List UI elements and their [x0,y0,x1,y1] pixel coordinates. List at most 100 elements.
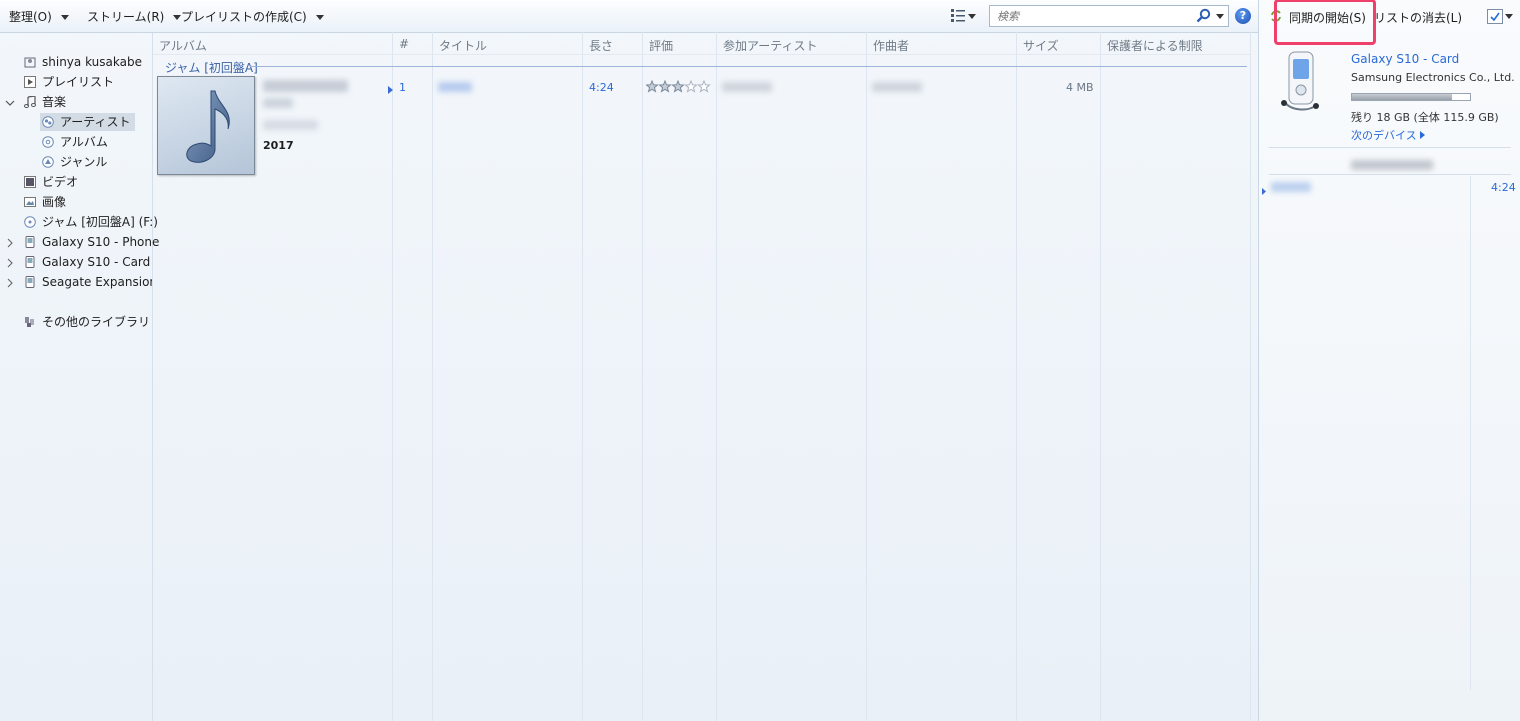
playing-arrow-icon [1262,184,1267,198]
nav-pictures-label: 画像 [42,195,67,209]
star-icon [697,79,711,93]
disc-icon [24,215,36,228]
track-number[interactable]: 1 [399,81,406,94]
nav-other-libraries-label: その他のライブラリ [42,315,151,329]
column-header-number[interactable]: # [399,37,409,51]
composer-redacted [872,82,922,92]
album-icon [42,135,54,148]
chevron-right-icon [1420,131,1426,139]
nav-phone[interactable]: Galaxy S10 - Phone [24,233,159,251]
nav-other-libraries[interactable]: その他のライブラリ [24,313,150,331]
genre-icon [42,155,54,168]
create-playlist-label: プレイリストの作成(C) [181,10,307,24]
nav-music-label: 音楽 [42,95,67,109]
device-icon [24,275,36,288]
user-library-icon [24,55,36,68]
nav-disc-label: ジャム [初回盤A] (F:) [42,215,158,229]
album-year: 2017 [263,139,294,152]
next-device-link[interactable]: 次のデバイス [1351,127,1426,143]
rating-stars[interactable] [645,79,712,96]
star-icon [645,79,659,93]
next-device-label: 次のデバイス [1351,129,1417,142]
chevron-right-icon[interactable] [6,277,14,291]
picture-icon [24,195,36,207]
nav-phone-label: Galaxy S10 - Phone [42,235,160,249]
organize-label: 整理(O) [9,10,52,24]
nav-user-label: shinya kusakabe [42,55,142,69]
stream-label: ストリーム(R) [87,10,165,24]
chevron-right-icon[interactable] [6,237,14,251]
help-icon[interactable]: ? [1235,8,1251,24]
chevron-right-icon[interactable] [6,257,14,271]
nav-genre-label: ジャンル [60,155,108,169]
column-header-size[interactable]: サイズ [1023,37,1059,54]
sync-list-title-redacted [1351,160,1433,170]
column-header-composer[interactable]: 作曲者 [873,37,909,54]
chevron-down-icon [60,15,69,20]
column-header-length[interactable]: 長さ [589,37,613,54]
clear-list-button[interactable]: リストの消去(L) [1374,9,1462,26]
nav-playlists[interactable]: プレイリスト [24,73,114,91]
sync-list-item-redacted[interactable] [1271,182,1311,192]
create-playlist-menu[interactable]: プレイリストの作成(C) [181,8,324,25]
nav-album[interactable]: アルバム [42,133,108,151]
track-title-redacted[interactable] [438,82,472,92]
nav-seagate-label: Seagate Expansion D [42,275,152,289]
artist-icon [42,115,54,128]
device-capacity: 残り 18 GB (全体 115.9 GB) [1351,111,1499,124]
track-size: 4 MB [1066,81,1094,94]
sync-list-item-length[interactable]: 4:24 [1491,181,1516,194]
device-icon [24,255,36,268]
playlist-icon [24,75,36,88]
capacity-bar-fill [1352,94,1453,100]
star-icon [658,79,672,93]
other-libraries-icon [24,315,36,327]
device-name[interactable]: Galaxy S10 - Card [1351,52,1459,66]
music-note-icon [24,95,36,108]
album-genre-redacted [263,120,318,130]
organize-menu[interactable]: 整理(O) [9,8,69,25]
navigation-pane: shinya kusakabe プレイリスト 音楽 アーティスト アルバム ジャ… [0,33,159,721]
track-length[interactable]: 4:24 [589,81,614,94]
nav-disc[interactable]: ジャム [初回盤A] (F:) [24,213,158,231]
nav-pictures[interactable]: 画像 [24,193,66,211]
video-icon [24,175,36,188]
toolbar: 整理(O) ストリーム(R) プレイリストの作成(C) ? [0,0,1258,33]
column-header-album[interactable]: アルバム [159,37,207,54]
nav-genre[interactable]: ジャンル [42,153,107,171]
search-icon[interactable] [1196,8,1211,23]
album-artist-redacted [263,98,293,108]
column-header-rating[interactable]: 評価 [649,37,673,54]
nav-music[interactable]: 音楽 [24,93,66,111]
column-header-title[interactable]: タイトル [439,37,487,54]
nav-video[interactable]: ビデオ [24,173,78,191]
view-options-icon[interactable] [951,8,965,22]
device-icon [24,235,36,248]
nav-user[interactable]: shinya kusakabe [24,53,142,71]
chevron-down-icon[interactable] [1216,14,1224,19]
stream-menu[interactable]: ストリーム(R) [87,8,182,25]
album-art[interactable] [157,76,255,175]
music-note-icon [186,90,230,163]
nav-playlists-label: プレイリスト [42,75,115,89]
search-input[interactable] [995,6,1189,26]
nav-seagate[interactable]: Seagate Expansion D [24,273,152,291]
star-icon [684,79,698,93]
chevron-down-icon[interactable] [1505,14,1513,19]
sync-pane: 同期の開始(S) リストの消去(L) Galaxy S10 - Card Sam… [1258,0,1520,721]
nav-artist-label: アーティスト [60,115,131,129]
column-header-contributing-artist[interactable]: 参加アーティスト [723,37,818,54]
column-header-parental-rating[interactable]: 保護者による制限 [1107,37,1203,54]
sync-options-checkbox-icon[interactable] [1487,9,1503,24]
contributing-artist-redacted [722,82,772,92]
chevron-down-icon[interactable] [5,97,15,111]
chevron-down-icon[interactable] [968,14,976,19]
nav-card[interactable]: Galaxy S10 - Card [24,253,150,271]
album-title-redacted [263,80,348,92]
nav-album-label: アルバム [60,135,108,149]
capacity-bar [1351,93,1471,101]
nav-artist[interactable]: アーティスト [40,113,135,131]
album-group-header[interactable]: ジャム [初回盤A] [165,59,258,76]
nav-card-label: Galaxy S10 - Card [42,255,151,269]
chevron-down-icon [315,15,324,20]
